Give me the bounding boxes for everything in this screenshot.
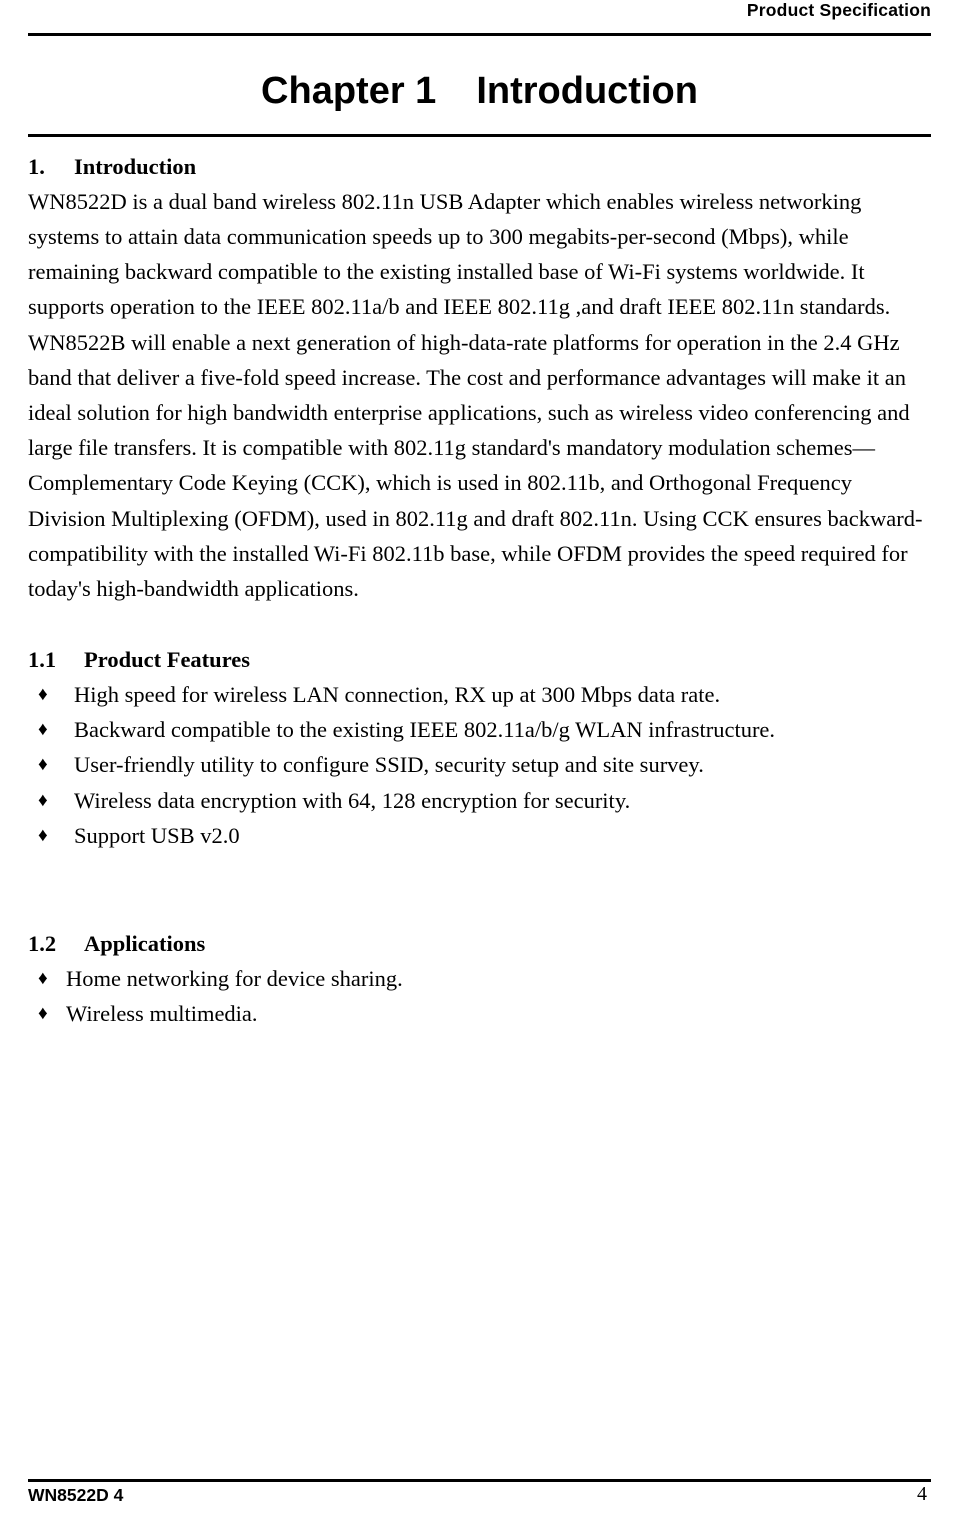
header-divider: [28, 33, 931, 36]
chapter-name: Introduction: [476, 70, 698, 112]
list-item-label: Wireless multimedia.: [66, 1001, 258, 1027]
diamond-bullet-icon: ♦: [38, 789, 48, 811]
footer-divider: [28, 1479, 931, 1482]
page-header: Product Specification: [28, 0, 931, 42]
section-title-introduction: Introduction: [74, 154, 197, 179]
diamond-bullet-icon: ♦: [38, 1003, 48, 1025]
list-item-label: Support USB v2.0: [74, 822, 240, 848]
list-item-label: User-friendly utility to configure SSID,…: [74, 752, 704, 778]
section-number-product-features: 1.1: [28, 647, 57, 673]
list-item-label: Backward compatible to the existing IEEE…: [74, 717, 776, 743]
section-number-applications: 1.2: [28, 931, 57, 957]
list-item-label: Wireless data encryption with 64, 128 en…: [74, 787, 631, 813]
section-number-introduction: 1.: [28, 154, 45, 179]
header-title: Product Specification: [746, 0, 931, 20]
list-item: ♦ Backward compatible to the existing IEE…: [28, 712, 931, 747]
product-features-list: ♦ High speed for wireless LAN connection,…: [28, 677, 931, 853]
list-item: ♦ Home networking for device sharing.: [28, 961, 931, 996]
page-footer: WN8522D 4 4: [28, 1479, 931, 1513]
list-item: ♦ Support USB v2.0: [28, 818, 931, 853]
list-item: ♦ Wireless multimedia.: [28, 996, 931, 1031]
chapter-divider: [28, 134, 931, 137]
footer-document-id: WN8522D 4: [28, 1485, 124, 1505]
list-item: ♦ Wireless data encryption with 64, 128 e…: [28, 783, 931, 818]
list-item: ♦ User-friendly utility to configure SSID…: [28, 747, 931, 782]
section-heading-product-features: 1.1 Product Features: [28, 646, 931, 675]
list-item-label: High speed for wireless LAN connection, …: [74, 682, 721, 708]
list-item: ♦ High speed for wireless LAN connection,…: [28, 677, 931, 712]
section-heading-applications: 1.2 Applications: [28, 930, 931, 959]
chapter-title: Chapter 1 Introduction: [28, 70, 931, 113]
diamond-bullet-icon: ♦: [38, 719, 48, 741]
spacer-before-features: [28, 606, 931, 630]
applications-list: ♦ Home networking for device sharing. ♦ Wi…: [28, 961, 931, 1031]
spacer-before-applications-2: [28, 890, 931, 914]
spacer-before-applications: [28, 853, 931, 890]
diamond-bullet-icon: ♦: [38, 684, 48, 706]
footer-page-number: 4: [917, 1483, 927, 1505]
intro-paragraph-1: WN8522D is a dual band wireless 802.11n …: [28, 188, 891, 320]
chapter-label: Chapter 1: [261, 70, 437, 112]
intro-paragraph-2: WN8522B will enable a next generation of…: [28, 329, 923, 602]
section-heading-introduction: 1. Introduction: [28, 153, 931, 182]
section-title-product-features: Product Features: [84, 647, 251, 673]
diamond-bullet-icon: ♦: [38, 967, 48, 989]
section-title-applications: Applications: [84, 931, 206, 957]
diamond-bullet-icon: ♦: [38, 824, 48, 846]
list-item-label: Home networking for device sharing.: [66, 965, 403, 991]
diamond-bullet-icon: ♦: [38, 754, 48, 776]
document-page: Product Specification Chapter 1 Introduct…: [0, 0, 959, 1529]
